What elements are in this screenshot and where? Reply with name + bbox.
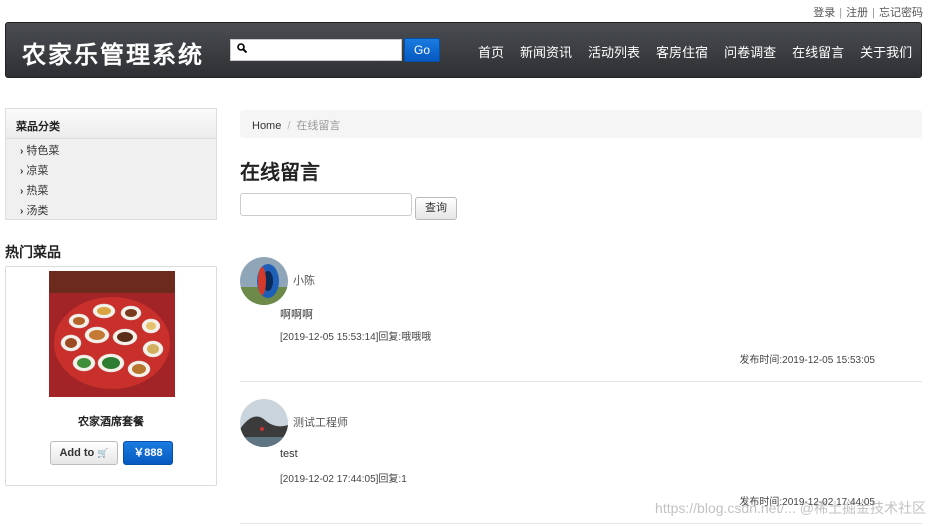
breadcrumb: Home / 在线留言 [240,110,922,138]
cart-icon: 🛒 [97,448,109,458]
brand-title[interactable]: 农家乐管理系统 [22,35,204,70]
nav-activities[interactable]: 活动列表 [588,42,640,61]
nav-about[interactable]: 关于我们 [860,42,912,61]
message-content: test [280,448,298,460]
message-reply: [2019-12-05 15:53:14]回复:哦哦哦 [280,332,432,343]
page-title: 在线留言 [240,162,320,184]
hot-dish-card: 农家酒席套餐 Add to 🛒 ￥888 [5,266,217,486]
nav-news[interactable]: 新闻资讯 [520,42,572,61]
category-label: 凉菜 [26,165,49,177]
category-item[interactable]: › 凉菜 [20,161,216,181]
category-label: 特色菜 [26,145,60,157]
category-title: 菜品分类 [6,109,216,139]
divider [240,381,922,382]
category-label: 热菜 [26,185,49,197]
register-link[interactable]: 注册 [846,7,868,19]
avatar [240,257,288,305]
add-to-label: Add to [59,447,95,459]
price-button[interactable]: ￥888 [123,441,173,465]
go-button[interactable]: Go [404,38,440,62]
search-input[interactable] [251,42,399,58]
chevron-right-icon: › [20,146,24,157]
message-user: 测试工程师 [293,417,348,429]
search-box [230,39,402,61]
chevron-right-icon: › [20,186,24,197]
nav-survey[interactable]: 问卷调查 [724,42,776,61]
forgot-password-link[interactable]: 忘记密码 [879,7,923,19]
main-nav: 首页 新闻资讯 活动列表 客房住宿 问卷调查 在线留言 关于我们 [470,42,920,61]
message-content: 啊啊啊 [280,309,313,321]
query-button[interactable]: 查询 [415,197,457,220]
nav-rooms[interactable]: 客房住宿 [656,42,708,61]
hot-dishes-title: 热门菜品 [5,244,61,260]
message-time: 发布时间:2019-12-05 15:53:05 [739,355,875,366]
chevron-right-icon: › [20,166,24,177]
separator: | [872,7,875,19]
category-label: 汤类 [26,205,49,217]
category-list: › 特色菜 › 凉菜 › 热菜 › 汤类 [6,139,216,221]
category-panel: 菜品分类 › 特色菜 › 凉菜 › 热菜 › 汤类 [5,108,217,220]
category-item[interactable]: › 特色菜 [20,141,216,161]
top-links: 登录 | 注册 | 忘记密码 [813,4,923,20]
query-input[interactable] [240,193,412,216]
breadcrumb-home[interactable]: Home [252,120,281,132]
divider [240,523,922,524]
header-bar: 农家乐管理系统 Go 首页 新闻资讯 活动列表 客房住宿 问卷调查 在线留言 关… [5,22,922,78]
avatar [240,399,288,447]
breadcrumb-current: 在线留言 [296,120,341,132]
breadcrumb-separator: / [287,120,291,132]
nav-home[interactable]: 首页 [478,42,504,61]
dish-image[interactable] [49,271,175,397]
search-icon [237,43,248,56]
dish-name[interactable]: 农家酒席套餐 [6,413,216,429]
category-item[interactable]: › 汤类 [20,201,216,221]
watermark: https://blog.csdn.net/... @稀土掘金技术社区 [655,500,926,516]
message-reply: [2019-12-02 17:44:05]回复:1 [280,474,407,485]
message-user: 小陈 [293,275,315,287]
nav-messages[interactable]: 在线留言 [792,42,844,61]
separator: | [839,7,843,19]
chevron-right-icon: › [20,206,24,217]
login-link[interactable]: 登录 [813,7,835,19]
add-to-cart-button[interactable]: Add to 🛒 [50,441,118,465]
category-item[interactable]: › 热菜 [20,181,216,201]
